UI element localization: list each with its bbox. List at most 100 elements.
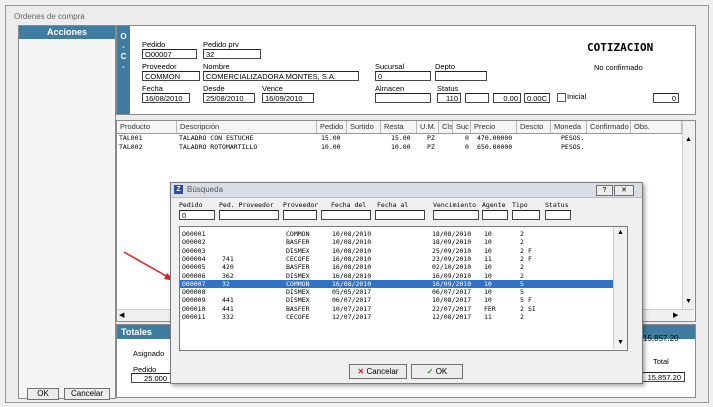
cell-vencimiento: 16/09/2010 <box>432 271 472 280</box>
grid-row[interactable]: TAL002 TALADRO ROTOMARTILLO 10.00 10.00 … <box>117 143 682 152</box>
desde-label: Desde <box>203 84 225 93</box>
filter-status-input[interactable] <box>545 210 571 220</box>
results-vscrollbar[interactable]: ▲ ▼ <box>613 227 627 349</box>
scroll-left-icon[interactable]: ◀ <box>119 311 124 319</box>
cell-pedido: O00003 <box>182 246 206 255</box>
scroll-up-icon[interactable]: ▲ <box>685 136 692 143</box>
scroll-down-icon[interactable]: ▼ <box>685 298 692 305</box>
filter-tipo-input[interactable] <box>512 210 540 220</box>
cell-agente: FER <box>484 304 496 313</box>
cell-tipo: 5 <box>520 279 524 288</box>
cell-ped-prov: 741 <box>222 254 234 263</box>
col-confirmado[interactable]: Confirmado <box>587 121 631 133</box>
result-row[interactable]: O00011 332 CECOFE 12/07/2017 12/08/2017 11 2 <box>180 313 613 321</box>
cell-proveedor: BASFER <box>286 304 310 313</box>
dialog-cancel-button[interactable]: ✕ Cancelar <box>349 364 407 379</box>
filter-pedido-label: Pedido <box>179 201 203 209</box>
col-precio[interactable]: Precio <box>471 121 517 133</box>
ok-button[interactable]: OK <box>27 388 59 400</box>
col-suc[interactable]: Suc <box>453 121 471 133</box>
cell-pedido: O00004 <box>182 254 206 263</box>
cell-agente: 10 <box>484 288 492 297</box>
close-button[interactable]: ✕ <box>614 185 634 196</box>
filter-vencimiento-input[interactable] <box>433 210 479 220</box>
status-field[interactable]: 110 <box>437 93 461 103</box>
col-pedido[interactable]: Pedido <box>317 121 347 133</box>
filter-ped-prov-input[interactable] <box>219 210 279 220</box>
cell-precio: 470.00000 <box>477 134 513 142</box>
order-header: O - C - Pedido O00007 Pedido prv 32 COTI… <box>116 25 696 115</box>
almacen-field[interactable] <box>375 93 431 103</box>
dialog-titlebar: Z Búsqueda ? ✕ <box>171 183 642 198</box>
cell-agente: 10 <box>484 296 492 305</box>
pedido-field[interactable]: O00007 <box>142 49 197 59</box>
scroll-right-icon[interactable]: ▶ <box>673 311 678 319</box>
result-row[interactable]: O00005 420 BASFER 16/08/2010 02/10/2010 10 2 <box>180 263 613 271</box>
cell-descripcion: TALADRO ROTOMARTILLO <box>179 143 258 151</box>
col-descripcion[interactable]: Descripción <box>177 121 317 133</box>
cell-proveedor: DISMEX <box>286 246 310 255</box>
totals-pedido-field[interactable]: 25.000 <box>131 373 171 383</box>
filter-fecha-del-input[interactable] <box>321 210 371 220</box>
col-obs[interactable]: Obs. <box>631 121 682 133</box>
col-moneda[interactable]: Moneda <box>551 121 587 133</box>
sucursal-field[interactable]: 0 <box>375 71 431 81</box>
desde-field[interactable]: 25/08/2010 <box>203 93 255 103</box>
cell-pedido: O00007 <box>182 279 206 288</box>
result-row[interactable]: O00003 DISMEX 10/08/2010 25/09/2010 10 2 F <box>180 247 613 255</box>
cell-tipo: 2 <box>520 263 524 272</box>
grid-row[interactable]: TAL001 TALADRO CON ESTUCHE 15.00 15.00 P… <box>117 134 682 143</box>
col-descto[interactable]: Descto <box>517 121 551 133</box>
dialog-title: Búsqueda <box>187 185 224 194</box>
cancel-button[interactable]: Cancelar <box>64 388 110 400</box>
grid-vscrollbar[interactable]: ▲ ▼ <box>682 121 695 309</box>
filter-ped-prov-label: Ped. Proveedor <box>219 201 274 209</box>
result-row[interactable]: O00010 441 BASFER 10/07/2017 22/07/2017 FER 2 S… <box>180 305 613 313</box>
value1-field[interactable]: 0.00 <box>493 93 521 103</box>
result-row[interactable]: O00001 COMMON 10/08/2010 18/08/2010 10 2 <box>180 230 613 238</box>
cell-tipo: 2 <box>520 304 524 313</box>
result-row[interactable]: O00007 32 COMMON 16/08/2010 16/09/2010 10 5 <box>180 279 613 288</box>
filter-proveedor-input[interactable] <box>283 210 317 220</box>
vence-field[interactable]: 16/09/2010 <box>262 93 314 103</box>
cell-pedido: O00005 <box>182 263 206 272</box>
cell-um: PZ <box>427 143 435 151</box>
status-label: Status <box>437 84 459 93</box>
dialog-ok-button[interactable]: ✓ OK <box>411 364 463 379</box>
result-row[interactable]: O00006 362 DISMEX 16/08/2010 16/09/2010 10 2 <box>180 272 613 280</box>
cell-ped-prov: 332 <box>222 313 234 321</box>
depto-field[interactable] <box>435 71 487 81</box>
result-row[interactable]: O00009 441 DISMEX 06/07/2017 10/08/2017 10 5 F <box>180 296 613 304</box>
proveedor-field[interactable]: COMMON <box>142 71 200 81</box>
status-extra-field[interactable] <box>465 93 489 103</box>
cell-ped-prov: 420 <box>222 263 234 272</box>
total-field[interactable]: 15,857.20 <box>637 372 685 382</box>
proveedor-label: Proveedor <box>142 62 177 71</box>
filter-agente-input[interactable] <box>482 210 508 220</box>
nombre-field[interactable]: COMERCIALIZADORA MONTES, S.A. <box>203 71 359 81</box>
result-row[interactable]: O00008 DISMEX 05/05/2017 06/07/2017 10 5 <box>180 288 613 296</box>
right-value-field[interactable]: 0 <box>653 93 679 103</box>
cell-resta: 15.00 <box>391 134 411 142</box>
result-row[interactable]: O00004 741 CECOFE 16/08/2010 23/09/2010 11 2 F <box>180 255 613 263</box>
col-cls[interactable]: Cls <box>439 121 453 133</box>
col-resta[interactable]: Resta <box>381 121 417 133</box>
col-surtido[interactable]: Surtido <box>347 121 381 133</box>
help-button[interactable]: ? <box>596 185 613 196</box>
cell-status: F <box>528 254 532 263</box>
filter-fecha-al-input[interactable] <box>375 210 425 220</box>
cell-fecha: 10/08/2010 <box>332 238 372 247</box>
inicial-checkbox[interactable] <box>557 93 566 102</box>
pedido-prv-field[interactable]: 32 <box>203 49 261 59</box>
cell-agente: 10 <box>484 246 492 255</box>
result-row[interactable]: O00002 BASFER 10/08/2010 18/09/2010 10 2 <box>180 238 613 246</box>
col-producto[interactable]: Producto <box>117 121 177 133</box>
cell-pedido: O00002 <box>182 238 206 247</box>
fecha-field[interactable]: 16/08/2010 <box>142 93 190 103</box>
value2-field[interactable]: 0.00C <box>524 93 550 103</box>
col-um[interactable]: U.M. <box>417 121 439 133</box>
scroll-down-icon[interactable]: ▼ <box>617 339 624 346</box>
scroll-up-icon[interactable]: ▲ <box>617 229 624 236</box>
cell-tipo: 2 <box>520 238 524 247</box>
filter-pedido-input[interactable]: 0 <box>179 210 215 220</box>
